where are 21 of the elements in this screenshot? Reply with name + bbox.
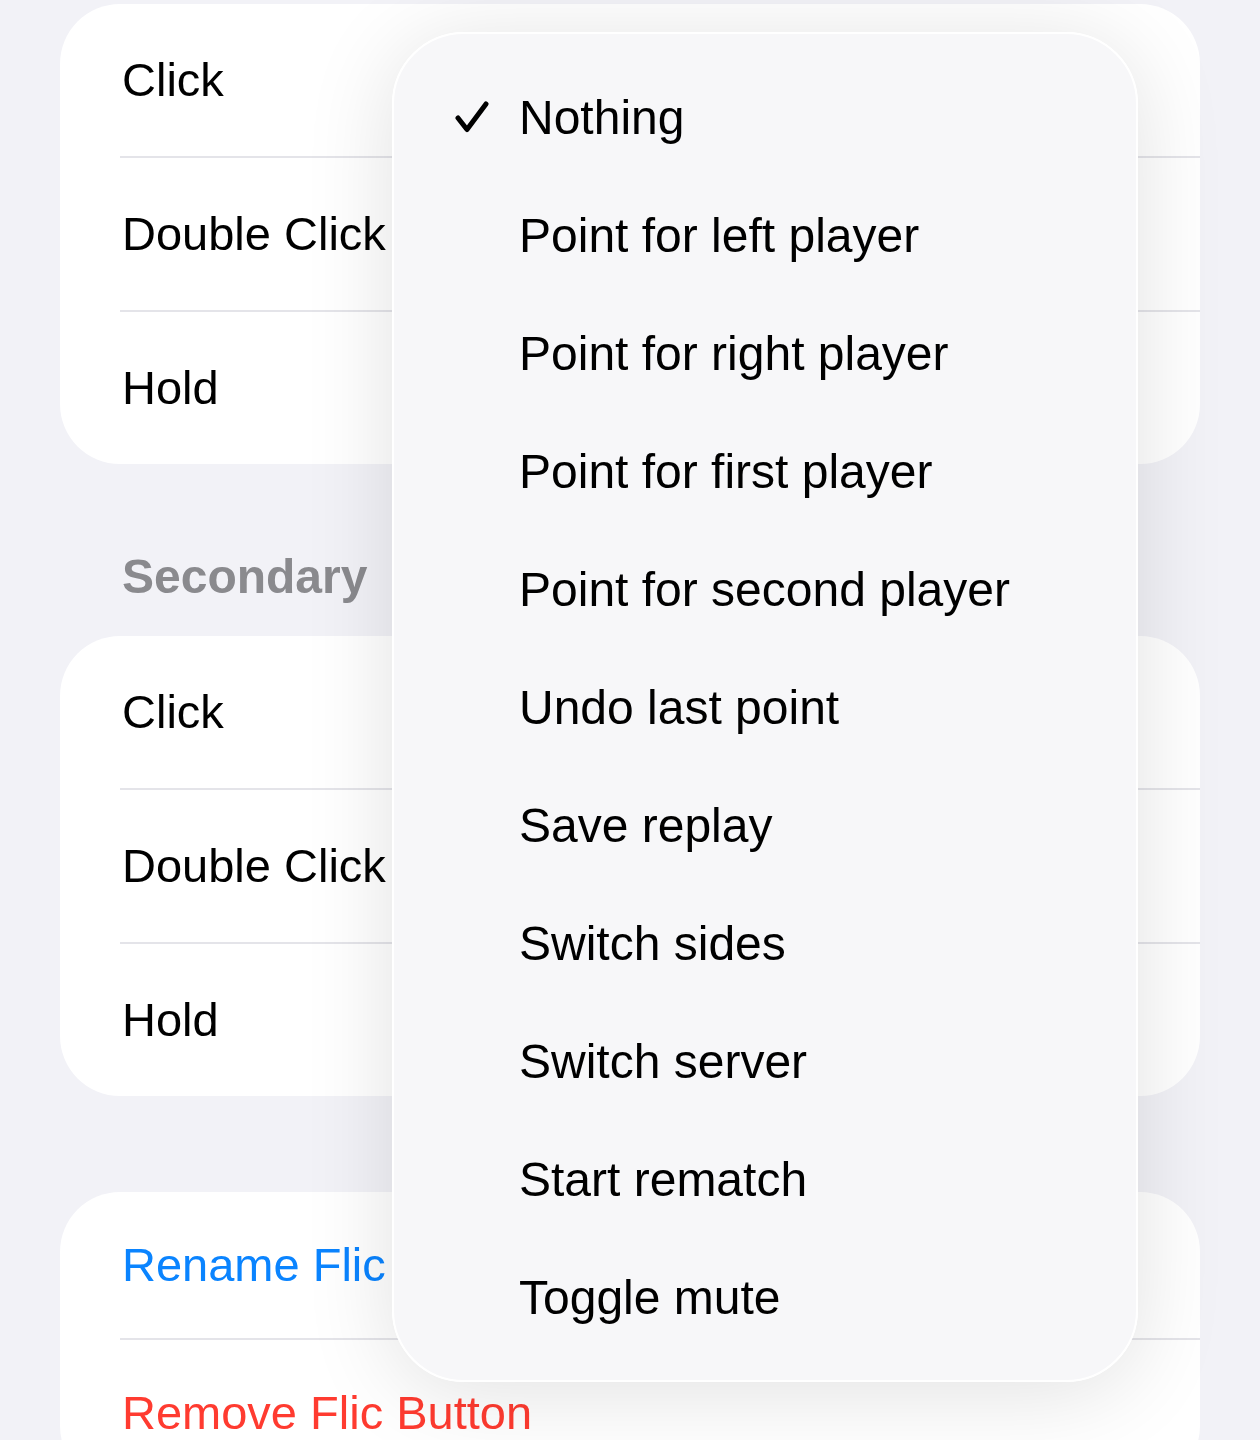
- menu-item[interactable]: Point for right player: [394, 294, 1136, 412]
- checkmark-icon: [455, 101, 489, 133]
- row-label: Click: [122, 687, 224, 737]
- menu-item[interactable]: Point for first player: [394, 412, 1136, 530]
- menu-item[interactable]: Switch sides: [394, 884, 1136, 1002]
- remove-link[interactable]: Remove Flic Button: [122, 1388, 533, 1438]
- row-label: Hold: [122, 995, 219, 1045]
- menu-item[interactable]: Nothing: [394, 58, 1136, 176]
- rename-link[interactable]: Rename Flic: [122, 1240, 386, 1290]
- menu-item[interactable]: Point for second player: [394, 530, 1136, 648]
- menu-item[interactable]: Switch server: [394, 1002, 1136, 1120]
- menu-item[interactable]: Start rematch: [394, 1120, 1136, 1238]
- menu-item[interactable]: Toggle mute: [394, 1238, 1136, 1356]
- section-header: Secondary: [122, 549, 368, 605]
- row-label: Hold: [122, 363, 219, 413]
- row-label: Double Click: [122, 209, 386, 259]
- row-label: Double Click: [122, 841, 386, 891]
- menu-item[interactable]: Point for left player: [394, 176, 1136, 294]
- menu-item[interactable]: Save replay: [394, 766, 1136, 884]
- row-label: Click: [122, 55, 224, 105]
- menu-item[interactable]: Undo last point: [394, 648, 1136, 766]
